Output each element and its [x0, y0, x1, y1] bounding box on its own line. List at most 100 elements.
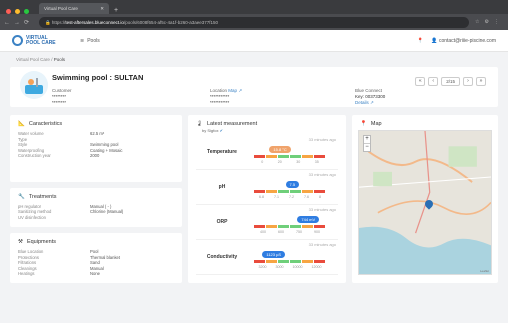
- measurement-list: Temperature 33 minutes ago 15.8 °C 0 20 30 35 p…: [196, 135, 338, 275]
- browser-tab[interactable]: Virtual Pool Care ✕: [39, 3, 109, 14]
- pool-pager: « ‹ 2/15 › »: [415, 77, 486, 86]
- treatments-list: pH regulator Manual ( - ) Sanitizing metho…: [18, 204, 174, 221]
- measurement-gauge: 33 minutes ago 1123 µS 3200 3000 10000 12000: [248, 240, 338, 274]
- external-link-icon[interactable]: ↗: [370, 100, 374, 105]
- measurement-title: Latest measurement: [206, 121, 258, 127]
- measurement-time: 33 minutes ago: [308, 242, 336, 247]
- pin-icon[interactable]: 📍: [417, 38, 423, 44]
- blue-connect-details-link[interactable]: Details: [355, 100, 369, 105]
- app-header: VIRTUAL POOL CARE ≋ Pools 📍 👤 contact@riii…: [0, 30, 508, 52]
- measurement-row: Temperature 33 minutes ago 15.8 °C 0 20 30 35: [196, 135, 338, 170]
- user-menu[interactable]: 👤 contact@riiie-piscine.com: [431, 38, 496, 44]
- page-counter: 2/15: [441, 77, 460, 86]
- close-tab-icon[interactable]: ✕: [100, 6, 104, 11]
- pool-illustration: [20, 71, 48, 99]
- customer-value-2: ********: [52, 100, 67, 105]
- breadcrumb-current: Pools: [53, 57, 65, 62]
- tick-label: 12000: [311, 265, 322, 269]
- tick-label: 0: [261, 160, 264, 164]
- equipments-list: Blue Location Pool Protections Thermal blan…: [18, 249, 174, 277]
- tick-label: 35: [314, 160, 319, 164]
- tick-label: 6.8: [259, 195, 264, 199]
- url-bar[interactable]: 🔒 https://test-aftersales.blueconnect.io…: [39, 16, 470, 28]
- characteristics-row: Construction year 2000: [18, 153, 174, 159]
- zoom-in-button[interactable]: +: [364, 136, 370, 143]
- measurement-gauge: 33 minutes ago 744 mV 400 600 750 900: [248, 205, 338, 239]
- nav-pools[interactable]: ≋ Pools: [80, 38, 100, 44]
- row-value: 2000: [90, 153, 100, 159]
- ruler-icon: 📐: [18, 121, 25, 127]
- measurement-scale: [254, 155, 326, 158]
- map-pin-icon: 📍: [360, 121, 367, 127]
- row-key: UV disinfection: [18, 214, 46, 220]
- breadcrumb-root[interactable]: Virtual Pool Care: [16, 57, 50, 62]
- row-value: 62.5 m³: [90, 131, 105, 136]
- tick-label: 10000: [292, 265, 303, 269]
- previous-page-button[interactable]: ‹: [428, 77, 439, 86]
- measurement-label: pH: [218, 184, 226, 190]
- zoom-out-button[interactable]: −: [364, 143, 370, 151]
- map-card: 📍 Map + − Leaflet: [352, 115, 498, 283]
- new-tab-icon[interactable]: +: [114, 7, 118, 14]
- logo-bottom-text: POOL CARE: [26, 39, 56, 46]
- last-page-button[interactable]: »: [476, 77, 486, 86]
- extension-icons[interactable]: ☆⚙⋮: [475, 19, 504, 25]
- measurement-row: pH 33 minutes ago 7.5 6.8 7.1 7.2 7.6 8: [196, 170, 338, 205]
- measurement-time: 33 minutes ago: [308, 137, 336, 142]
- external-link-icon[interactable]: ↗: [238, 88, 242, 93]
- page-title: Swimming pool : SULTAN: [52, 73, 144, 82]
- measurement-scale: [254, 260, 326, 263]
- address-bar-row: ←→⟳ 🔒 https://test-aftersales.blueconnec…: [0, 14, 508, 30]
- first-page-button[interactable]: «: [415, 77, 426, 86]
- scale-ticks: 0 20 30 35: [254, 160, 326, 164]
- tick-label: 600: [278, 230, 284, 234]
- measurement-label: Conductivity: [206, 254, 238, 260]
- close-window-icon[interactable]: [6, 9, 11, 14]
- minimize-window-icon[interactable]: [15, 9, 20, 14]
- tick-label: 7.6: [304, 195, 309, 199]
- measurement-value: 15.8 °C: [269, 146, 291, 153]
- measurement-value: 744 mV: [297, 216, 320, 223]
- treatments-row: UV disinfection: [18, 215, 174, 221]
- customer-info: Customer ******** ********: [52, 88, 72, 106]
- equipments-title: Equipments: [26, 239, 56, 246]
- measurement-time: 33 minutes ago: [308, 207, 336, 212]
- tick-label: 20: [277, 160, 282, 164]
- next-page-button[interactable]: ›: [463, 77, 473, 86]
- map-title: Map: [370, 121, 382, 127]
- logo-circle-icon: [12, 35, 23, 46]
- map-view[interactable]: + − Leaflet: [358, 130, 492, 275]
- thermometer-icon: 🌡: [196, 121, 203, 127]
- location-info: Location Map ↗ *********** ***********: [210, 88, 242, 106]
- tick-label: 900: [314, 230, 320, 234]
- scale-ticks: 400 600 750 900: [254, 230, 326, 234]
- scale-ticks: 6.8 7.1 7.2 7.6 8: [254, 195, 326, 199]
- map-attribution[interactable]: Leaflet: [480, 269, 489, 273]
- measurement-scale: [254, 190, 326, 193]
- row-key: Heatings: [18, 271, 35, 277]
- app-logo[interactable]: VIRTUAL POOL CARE: [12, 35, 66, 46]
- user-email: contact@riiie-piscine.com: [438, 37, 496, 44]
- url-path: /pools/6008f654-af5c-4a1f-b260-a3aee377f…: [123, 19, 219, 25]
- blue-connect-info: Blue Connect Key: 00373300 Details ↗: [355, 88, 385, 106]
- maximize-window-icon[interactable]: [24, 9, 29, 14]
- pools-icon: ≋: [80, 37, 85, 44]
- characteristics-list: Water volume 62.5 m³ Type Style Swimming poo…: [18, 131, 174, 159]
- measurement-gauge: 33 minutes ago 7.5 6.8 7.1 7.2 7.6 8: [248, 170, 338, 204]
- measurement-source: by Sigfox: [202, 128, 219, 133]
- measurement-label: ORP: [216, 219, 228, 225]
- row-value: Chlorine (Manual): [90, 209, 124, 215]
- breadcrumb-separator: /: [51, 57, 53, 62]
- tick-label: 750: [296, 230, 302, 234]
- breadcrumb: Virtual Pool Care / Pools: [0, 52, 508, 67]
- measurement-gauge: 33 minutes ago 15.8 °C 0 20 30 35: [248, 135, 338, 169]
- navigation-icons[interactable]: ←→⟳: [4, 19, 33, 26]
- equipments-row: Heatings None: [18, 271, 174, 277]
- location-map-link[interactable]: Map: [228, 88, 237, 93]
- tick-label: 8: [319, 195, 321, 199]
- location-value-2: ***********: [210, 100, 230, 105]
- measurement-row: ORP 33 minutes ago 744 mV 400 600 750 900: [196, 205, 338, 240]
- tick-label: 30: [296, 160, 301, 164]
- scale-ticks: 3200 3000 10000 12000: [254, 265, 326, 269]
- measurement-time: 33 minutes ago: [308, 172, 336, 177]
